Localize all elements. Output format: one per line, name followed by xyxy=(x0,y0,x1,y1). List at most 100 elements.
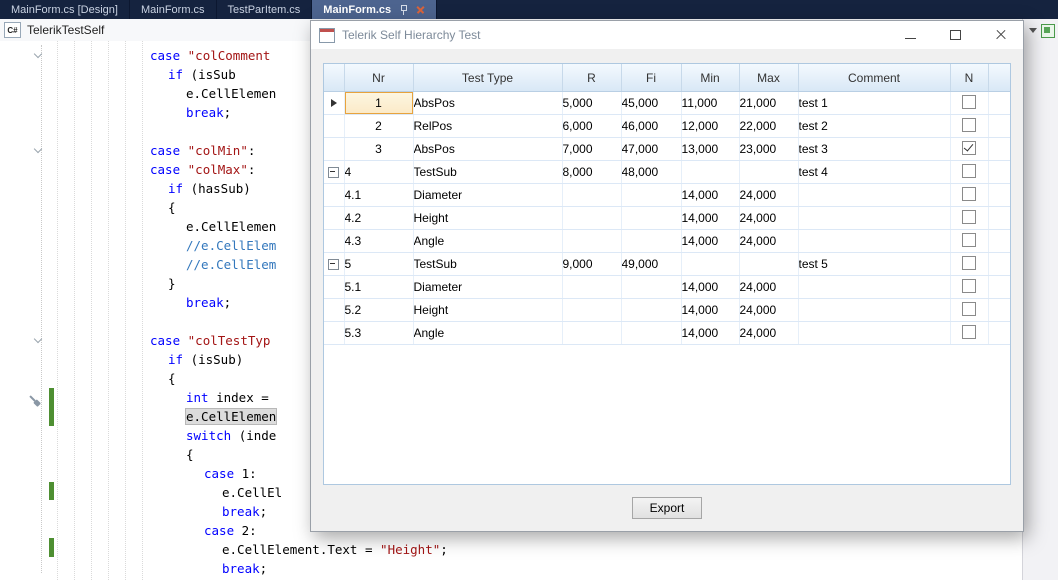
cell-min[interactable]: 14,000 xyxy=(681,207,739,230)
cell-max[interactable]: 24,000 xyxy=(739,207,798,230)
cell-type[interactable]: Angle xyxy=(413,230,562,253)
grid-row[interactable]: 4.2Height 14,00024,000 xyxy=(324,207,1010,230)
cell-r[interactable]: 8,000 xyxy=(562,161,621,184)
cell-min[interactable]: 14,000 xyxy=(681,276,739,299)
cell-comment[interactable] xyxy=(798,299,950,322)
cell-min[interactable]: 14,000 xyxy=(681,299,739,322)
cell-max[interactable]: 21,000 xyxy=(739,92,798,115)
cell-fi[interactable] xyxy=(621,207,681,230)
cell-comment[interactable]: test 3 xyxy=(798,138,950,161)
minimize-button[interactable] xyxy=(888,21,933,49)
cell-comment[interactable]: test 1 xyxy=(798,92,950,115)
cell-nr[interactable]: 1 xyxy=(344,92,413,115)
row-checkbox[interactable] xyxy=(962,95,976,109)
grid-row[interactable]: 1AbsPos5,00045,00011,00021,000test 1 xyxy=(324,92,1010,115)
column-header-min[interactable]: Min xyxy=(681,64,739,92)
cell-r[interactable] xyxy=(562,322,621,345)
cell-min[interactable]: 11,000 xyxy=(681,92,739,115)
cell-nr[interactable]: 5.3 xyxy=(344,322,413,345)
grid-row[interactable]: 3AbsPos7,00047,00013,00023,000test 3 xyxy=(324,138,1010,161)
cell-nr[interactable]: 4.1 xyxy=(344,184,413,207)
cell-check[interactable] xyxy=(950,299,988,322)
column-header-n[interactable]: N xyxy=(950,64,988,92)
column-header-nr[interactable]: Nr xyxy=(344,64,413,92)
cell-check[interactable] xyxy=(950,184,988,207)
cell-type[interactable]: RelPos xyxy=(413,115,562,138)
cell-fi[interactable] xyxy=(621,184,681,207)
cell-fi[interactable] xyxy=(621,299,681,322)
collapse-icon[interactable] xyxy=(328,167,339,178)
row-checkbox[interactable] xyxy=(962,210,976,224)
row-checkbox[interactable] xyxy=(962,256,976,270)
cell-max[interactable]: 24,000 xyxy=(739,299,798,322)
cell-nr[interactable]: 4 xyxy=(344,161,413,184)
breadcrumb[interactable]: TelerikTestSelf xyxy=(27,23,104,37)
cell-min[interactable]: 14,000 xyxy=(681,184,739,207)
cell-nr[interactable]: 3 xyxy=(344,138,413,161)
cell-max[interactable]: 24,000 xyxy=(739,184,798,207)
cell-fi[interactable] xyxy=(621,322,681,345)
chevron-down-icon[interactable] xyxy=(1029,28,1037,33)
tab-close-icon[interactable] xyxy=(416,5,425,14)
cell-max[interactable]: 24,000 xyxy=(739,276,798,299)
tab-testparitem-cs[interactable]: TestParItem.cs xyxy=(217,0,313,19)
cell-type[interactable]: Diameter xyxy=(413,184,562,207)
row-checkbox[interactable] xyxy=(962,118,976,132)
cell-nr[interactable]: 4.2 xyxy=(344,207,413,230)
cell-fi[interactable]: 46,000 xyxy=(621,115,681,138)
grid-row[interactable]: 5.3Angle 14,00024,000 xyxy=(324,322,1010,345)
panel-tool-icon[interactable] xyxy=(1041,24,1055,38)
tab-mainform-cs[interactable]: MainForm.cs xyxy=(312,0,437,19)
row-checkbox[interactable] xyxy=(962,279,976,293)
cell-r[interactable]: 5,000 xyxy=(562,92,621,115)
grid-row[interactable]: 5.1Diameter14,00024,000 xyxy=(324,276,1010,299)
cell-comment[interactable] xyxy=(798,207,950,230)
cell-r[interactable] xyxy=(562,230,621,253)
grid-row[interactable]: 4.3Angle14,00024,000 xyxy=(324,230,1010,253)
cell-max[interactable]: 22,000 xyxy=(739,115,798,138)
cell-type[interactable]: Height xyxy=(413,207,562,230)
export-button[interactable]: Export xyxy=(632,497,702,519)
row-checkbox[interactable] xyxy=(962,325,976,339)
cell-fi[interactable]: 45,000 xyxy=(621,92,681,115)
cell-nr[interactable]: 2 xyxy=(344,115,413,138)
hierarchy-grid[interactable]: NrTest TypeRFiMinMaxCommentN1AbsPos5,000… xyxy=(323,63,1011,485)
column-header-max[interactable]: Max xyxy=(739,64,798,92)
row-checkbox[interactable] xyxy=(962,302,976,316)
tab-mainform-cs[interactable]: MainForm.cs xyxy=(130,0,217,19)
cell-max[interactable] xyxy=(739,161,798,184)
cell-comment[interactable] xyxy=(798,184,950,207)
pin-icon[interactable] xyxy=(400,5,408,15)
cell-max[interactable]: 24,000 xyxy=(739,322,798,345)
cell-check[interactable] xyxy=(950,322,988,345)
row-checkbox[interactable] xyxy=(962,164,976,178)
grid-row[interactable]: 4.1Diameter 14,00024,000 xyxy=(324,184,1010,207)
cell-max[interactable]: 24,000 xyxy=(739,230,798,253)
cell-r[interactable] xyxy=(562,184,621,207)
cell-nr[interactable]: 5 xyxy=(344,253,413,276)
cell-type[interactable]: Height xyxy=(413,299,562,322)
cell-type[interactable]: Angle xyxy=(413,322,562,345)
cell-comment[interactable] xyxy=(798,276,950,299)
column-header-comment[interactable]: Comment xyxy=(798,64,950,92)
grid-row[interactable]: 2RelPos6,00046,00012,00022,000test 2 xyxy=(324,115,1010,138)
cell-fi[interactable] xyxy=(621,276,681,299)
cell-comment[interactable]: test 2 xyxy=(798,115,950,138)
column-header-fi[interactable]: Fi xyxy=(621,64,681,92)
maximize-button[interactable] xyxy=(933,21,978,49)
cell-check[interactable] xyxy=(950,253,988,276)
grid-row[interactable]: 5TestSub9,00049,000test 5 xyxy=(324,253,1010,276)
cell-comment[interactable]: test 4 xyxy=(798,161,950,184)
cell-check[interactable] xyxy=(950,207,988,230)
collapse-icon[interactable] xyxy=(328,259,339,270)
cell-fi[interactable]: 47,000 xyxy=(621,138,681,161)
cell-max[interactable]: 23,000 xyxy=(739,138,798,161)
cell-fi[interactable]: 48,000 xyxy=(621,161,681,184)
cell-check[interactable] xyxy=(950,230,988,253)
cell-nr[interactable]: 5.1 xyxy=(344,276,413,299)
cell-check[interactable] xyxy=(950,276,988,299)
cell-min[interactable]: 14,000 xyxy=(681,322,739,345)
cell-comment[interactable] xyxy=(798,322,950,345)
dialog-title-bar[interactable]: Telerik Self Hierarchy Test xyxy=(311,21,1023,49)
grid-row[interactable]: 5.2Height14,00024,000 xyxy=(324,299,1010,322)
